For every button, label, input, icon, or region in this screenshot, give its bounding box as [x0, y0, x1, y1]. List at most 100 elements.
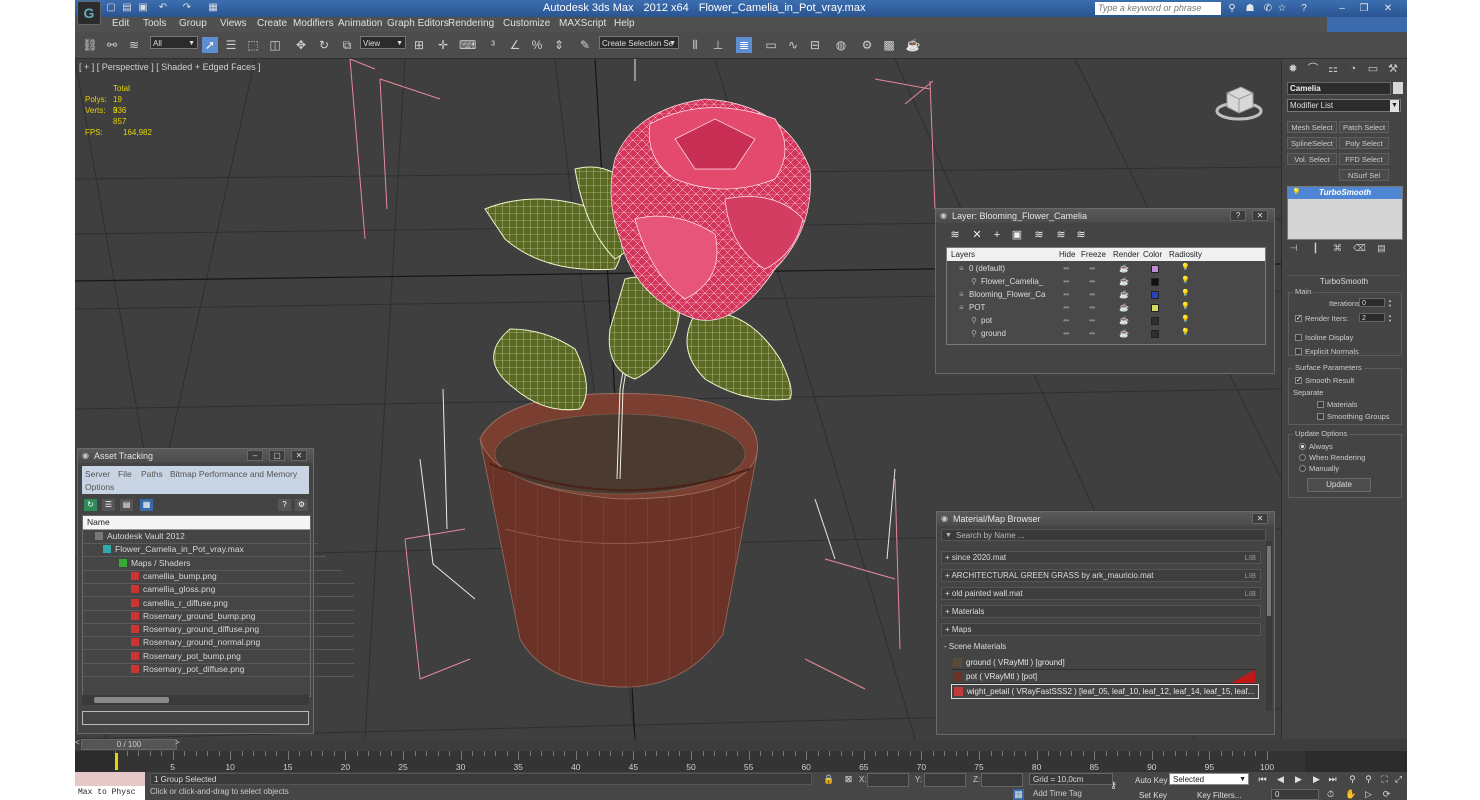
when-rendering-radio[interactable]: [1299, 454, 1306, 461]
communication-icon[interactable]: ✆: [1261, 2, 1275, 15]
reference-coordinate-dropdown[interactable]: View: [360, 36, 406, 49]
asset-scroll-thumb[interactable]: [94, 697, 169, 703]
layer-color-swatch[interactable]: [1151, 291, 1159, 299]
layer-hide-toggle[interactable]: •••: [1063, 262, 1069, 275]
go-to-start-icon[interactable]: ⏮: [1257, 774, 1268, 785]
field-of-view-icon[interactable]: ▷: [1363, 789, 1374, 800]
layer-expand-icon[interactable]: ⚲: [971, 275, 977, 288]
rendered-frame-icon[interactable]: ▩: [881, 37, 897, 53]
layer-freeze-toggle[interactable]: •••: [1089, 301, 1095, 314]
x-coord-field[interactable]: [867, 773, 909, 787]
add-time-tag[interactable]: Add Time Tag: [1033, 789, 1082, 798]
refresh-icon[interactable]: ↻: [84, 499, 97, 511]
link-icon[interactable]: ⛓: [82, 37, 98, 53]
layer-render-teapot-icon[interactable]: ☕: [1119, 314, 1129, 327]
render-iters-spinner[interactable]: 2: [1359, 313, 1394, 323]
layer-freeze-toggle[interactable]: •••: [1089, 314, 1095, 327]
configure-modifier-sets-icon[interactable]: ▤: [1375, 242, 1388, 254]
asset-row[interactable]: Rosemary_ground_normal.png: [83, 636, 354, 651]
pivot-center-icon[interactable]: ⊞: [411, 37, 427, 53]
viewcube-icon[interactable]: [1215, 81, 1263, 121]
material-library-row[interactable]: + ARCHITECTURAL GREEN GRASS by ark_mauri…: [941, 569, 1261, 582]
favorites-star-icon[interactable]: ☆: [1275, 2, 1289, 15]
render-iters-checkbox[interactable]: ✓: [1295, 315, 1302, 322]
menu-views[interactable]: Views: [220, 18, 247, 29]
undo-icon[interactable]: ↶: [157, 2, 169, 14]
zoom-all-icon[interactable]: ⚲: [1363, 774, 1374, 785]
asset-row[interactable]: Flower_Camelia_in_Pot_vray.max: [83, 543, 326, 558]
layer-hide-toggle[interactable]: •••: [1063, 275, 1069, 288]
viewport-label[interactable]: [ + ] [ Perspective ] [ Shaded + Edged F…: [79, 62, 261, 72]
stack-item-turbosmooth[interactable]: TurboSmooth: [1288, 187, 1402, 199]
col-hide[interactable]: Hide: [1059, 248, 1075, 261]
absolute-mode-icon[interactable]: ⊠: [843, 774, 854, 785]
layer-color-swatch[interactable]: [1151, 317, 1159, 325]
iterations-spinner[interactable]: 0: [1359, 298, 1394, 308]
freeze-all-layers-icon[interactable]: ≋: [1074, 229, 1088, 241]
scene-material-row[interactable]: wight_petail ( VRayFastSSS2 ) [leaf_05, …: [951, 684, 1259, 699]
smooth-result-checkbox[interactable]: ✓: [1295, 377, 1302, 384]
pin-stack-icon[interactable]: ⊣: [1287, 242, 1300, 254]
go-to-end-icon[interactable]: ⏭: [1327, 774, 1338, 785]
layer-hide-toggle[interactable]: •••: [1063, 301, 1069, 314]
scene-material-row[interactable]: pot ( VRayMtl ) [pot]: [951, 670, 1257, 684]
asset-menu-file[interactable]: File: [118, 469, 132, 479]
y-coord-field[interactable]: [924, 773, 966, 787]
rotate-icon[interactable]: ↻: [316, 37, 332, 53]
maximize-viewport-icon[interactable]: ⤢: [1393, 774, 1404, 785]
asset-horizontal-scrollbar[interactable]: [82, 695, 309, 705]
asset-menu-bitmap[interactable]: Bitmap Performance and Memory: [170, 469, 297, 479]
select-in-layer-icon[interactable]: ▣: [1010, 229, 1024, 241]
isoline-display-checkbox[interactable]: [1295, 334, 1302, 341]
asset-row[interactable]: Rosemary_pot_diffuse.png: [83, 663, 354, 677]
named-selection-dropdown[interactable]: Create Selection Se: [599, 36, 679, 49]
modifier-list-dropdown[interactable]: Modifier List: [1287, 99, 1401, 112]
show-end-result-icon[interactable]: ┃: [1309, 242, 1322, 254]
material-library-row[interactable]: + since 2020.mat LIB: [941, 551, 1261, 564]
layer-name[interactable]: POT: [969, 301, 1049, 314]
asset-menu-server[interactable]: Server: [85, 469, 110, 479]
layer-layers-icon[interactable]: ≋: [948, 229, 962, 241]
asset-maximize-icon[interactable]: ▢: [269, 450, 285, 461]
snaps-toggle-icon[interactable]: ³: [485, 37, 501, 53]
minimize-icon[interactable]: –: [1335, 2, 1349, 15]
modify-tab-icon[interactable]: ⌒: [1306, 62, 1320, 76]
layer-name[interactable]: ground: [981, 327, 1061, 340]
col-freeze[interactable]: Freeze: [1081, 248, 1106, 261]
layer-expand-icon[interactable]: ⚲: [971, 314, 977, 327]
align-icon[interactable]: ⊥: [710, 37, 726, 53]
modifier-stack[interactable]: TurboSmooth: [1287, 186, 1403, 240]
delete-layer-icon[interactable]: ✕: [970, 229, 984, 241]
layer-row[interactable]: ⚲ ground ••• ••• ☕ 💡: [947, 327, 1205, 340]
next-frame-icon[interactable]: ▶: [1311, 774, 1322, 785]
window-crossing-icon[interactable]: ◫: [267, 37, 283, 53]
always-radio[interactable]: [1299, 443, 1306, 450]
auto-key-button[interactable]: Auto Key: [1135, 776, 1167, 785]
asset-name-header[interactable]: Name: [83, 516, 310, 530]
layer-hide-toggle[interactable]: •••: [1063, 314, 1069, 327]
object-color-swatch[interactable]: [1393, 82, 1403, 94]
unlink-icon[interactable]: ⚯: [104, 37, 120, 53]
asset-settings-icon[interactable]: ⚙: [295, 499, 308, 511]
asset-row[interactable]: Autodesk Vault 2012: [83, 530, 318, 544]
material-scroll-thumb[interactable]: [1267, 546, 1271, 616]
material-vertical-scrollbar[interactable]: [1266, 541, 1272, 711]
menu-maxscript[interactable]: MAXScript: [559, 18, 606, 29]
layer-hide-toggle[interactable]: •••: [1063, 288, 1069, 301]
select-by-name-icon[interactable]: ☰: [223, 37, 239, 53]
asset-row[interactable]: camellia_bump.png: [83, 570, 354, 584]
make-unique-icon[interactable]: ⌘: [1331, 242, 1344, 254]
col-radiosity[interactable]: Radiosity: [1169, 248, 1202, 261]
layer-radiosity-bulb-icon[interactable]: 💡: [1181, 303, 1190, 310]
nsurf-sel-button[interactable]: NSurf Sel: [1339, 169, 1389, 181]
menu-modifiers[interactable]: Modifiers: [293, 18, 334, 29]
table-view-icon[interactable]: ▦: [140, 499, 153, 511]
asset-menu-options[interactable]: Options: [85, 482, 114, 492]
key-set-dropdown[interactable]: Selected: [1169, 773, 1249, 785]
asset-row[interactable]: camellia_gloss.png: [83, 583, 354, 598]
menu-group[interactable]: Group: [179, 18, 207, 29]
binoculars-icon[interactable]: ⚲: [1225, 2, 1239, 15]
layer-hide-toggle[interactable]: •••: [1063, 327, 1069, 340]
selection-lock-icon[interactable]: 🔒: [823, 774, 834, 785]
layer-radiosity-bulb-icon[interactable]: 💡: [1181, 316, 1190, 323]
